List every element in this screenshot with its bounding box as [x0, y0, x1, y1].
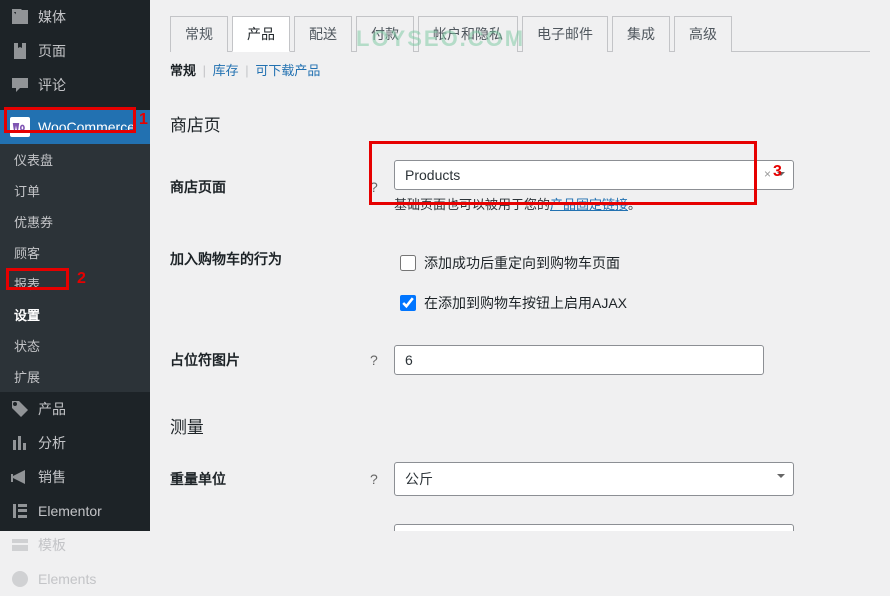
sidebar-label: 媒体 — [38, 7, 66, 27]
sidebar-item-elementor[interactable]: Elementor — [0, 494, 150, 528]
analytics-icon — [10, 433, 30, 453]
sidebar-item-comments[interactable]: 评论 — [0, 68, 150, 102]
sidebar-label: WooCommerce — [38, 119, 135, 135]
label-add-to-cart: 加入购物车的行为 — [170, 249, 370, 269]
sidebar-item-products[interactable]: 产品 — [0, 392, 150, 426]
sidebar-label: Elements — [38, 571, 96, 587]
media-icon — [10, 7, 30, 27]
checkbox-redirect[interactable]: 添加成功后重定向到购物车页面 — [400, 249, 800, 277]
row-placeholder: 占位符图片 ? — [170, 331, 870, 389]
woocommerce-icon — [10, 117, 30, 137]
template-icon — [10, 535, 30, 555]
sidebar-item-marketing[interactable]: 销售 — [0, 460, 150, 494]
row-dimension-unit: 尺寸单位 ? 厘米 — [170, 510, 870, 531]
subtab-inventory[interactable]: 库存 — [213, 63, 239, 78]
sidebar-label: 销售 — [38, 467, 66, 487]
tab-integration[interactable]: 集成 — [612, 16, 670, 52]
comment-icon — [10, 75, 30, 95]
sidebar-label: Elementor — [38, 503, 102, 519]
sidebar-sub-orders[interactable]: 订单 — [0, 175, 150, 206]
row-shop-page: 商店页面 ? Products × 基础页面也可以被用于您的产品固定链接。 — [170, 146, 870, 227]
elementor-icon — [10, 501, 30, 521]
weight-unit-select[interactable]: 公斤 — [394, 462, 794, 496]
sidebar-item-pages[interactable]: 页面 — [0, 34, 150, 68]
sidebar-item-templates[interactable]: 模板 — [0, 528, 150, 562]
shop-page-value: Products — [405, 167, 460, 183]
annotation-num-2: 2 — [77, 270, 86, 288]
page-icon — [10, 41, 30, 61]
checkbox-redirect-input[interactable] — [400, 255, 416, 271]
sidebar-sub-status[interactable]: 状态 — [0, 330, 150, 361]
help-icon[interactable]: ? — [370, 471, 388, 487]
tab-payments[interactable]: 付款 — [356, 16, 414, 52]
sidebar-item-media[interactable]: 媒体 — [0, 0, 150, 34]
tab-shipping[interactable]: 配送 — [294, 16, 352, 52]
label-shop-page: 商店页面 — [170, 177, 370, 197]
sidebar-label: 模板 — [38, 535, 66, 555]
label-weight: 重量单位 — [170, 469, 370, 489]
annotation-num-3: 3 — [773, 163, 782, 181]
checkbox-ajax-input[interactable] — [400, 295, 416, 311]
clear-icon[interactable]: × — [764, 167, 771, 181]
dimension-unit-select[interactable]: 厘米 — [394, 524, 794, 531]
tab-emails[interactable]: 电子邮件 — [522, 16, 608, 52]
help-icon[interactable]: ? — [370, 352, 388, 368]
subtab-general[interactable]: 常规 — [170, 63, 196, 78]
elements-icon — [10, 569, 30, 589]
sidebar-sub-settings[interactable]: 设置 — [0, 299, 150, 330]
product-subtabs: 常规 | 库存 | 可下载产品 — [170, 52, 870, 87]
measure-heading: 测量 — [170, 413, 870, 438]
shop-page-heading: 商店页 — [170, 111, 870, 136]
sidebar-label: 评论 — [38, 75, 66, 95]
sidebar-label: 分析 — [38, 433, 66, 453]
sidebar-sub-customers[interactable]: 顾客 — [0, 237, 150, 268]
settings-content: 常规 产品 配送 付款 帐户和隐私 电子邮件 集成 高级 常规 | 库存 | 可… — [150, 0, 890, 531]
sidebar-sub-reports[interactable]: 报表 — [0, 268, 150, 299]
product-icon — [10, 399, 30, 419]
sidebar-item-elements[interactable]: Elements — [0, 562, 150, 596]
subtab-downloadable[interactable]: 可下载产品 — [255, 63, 320, 78]
sidebar-label: 产品 — [38, 399, 66, 419]
tab-general[interactable]: 常规 — [170, 16, 228, 52]
tab-accounts[interactable]: 帐户和隐私 — [418, 16, 518, 52]
sidebar-sub-extensions[interactable]: 扩展 — [0, 361, 150, 392]
row-add-to-cart: 加入购物车的行为 添加成功后重定向到购物车页面 在添加到购物车按钮上启用AJAX — [170, 227, 870, 331]
label-placeholder: 占位符图片 — [170, 350, 370, 370]
permalink-link[interactable]: 产品固定链接 — [550, 197, 628, 212]
weight-value: 公斤 — [405, 471, 433, 487]
sidebar-item-analytics[interactable]: 分析 — [0, 426, 150, 460]
shop-page-select[interactable]: Products × — [394, 160, 794, 190]
shop-page-desc: 基础页面也可以被用于您的产品固定链接。 — [394, 194, 794, 213]
checkbox-ajax[interactable]: 在添加到购物车按钮上启用AJAX — [400, 289, 800, 317]
help-icon[interactable]: ? — [370, 179, 388, 195]
sidebar-sub-dashboard[interactable]: 仪表盘 — [0, 144, 150, 175]
marketing-icon — [10, 467, 30, 487]
chevron-down-icon — [777, 474, 785, 478]
sidebar-label: 页面 — [38, 41, 66, 61]
row-weight-unit: 重量单位 ? 公斤 — [170, 448, 870, 510]
admin-sidebar: 媒体 页面 评论 WooCommerce 仪表盘 订单 优惠券 顾客 报表 设置… — [0, 0, 150, 531]
sidebar-sub-coupons[interactable]: 优惠券 — [0, 206, 150, 237]
sidebar-item-woocommerce[interactable]: WooCommerce — [0, 110, 150, 144]
tab-products[interactable]: 产品 — [232, 16, 290, 52]
annotation-num-1: 1 — [139, 111, 148, 129]
settings-tabs: 常规 产品 配送 付款 帐户和隐私 电子邮件 集成 高级 — [170, 16, 870, 52]
tab-advanced[interactable]: 高级 — [674, 16, 732, 52]
placeholder-input[interactable] — [394, 345, 764, 375]
